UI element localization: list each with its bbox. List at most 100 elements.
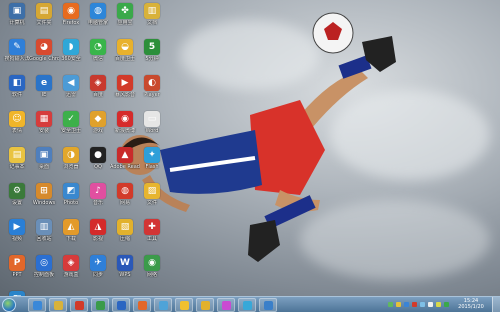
desktop-icon[interactable]: ▶ 暴风影音 — [112, 75, 138, 98]
taskbar-app-icon[interactable] — [217, 298, 235, 312]
desktop-icon[interactable]: ◑ 浏览器 — [58, 147, 84, 170]
taskbar-browser-icon[interactable] — [238, 298, 256, 312]
desktop-icon-label: 计算机 — [9, 20, 25, 26]
desktop-icon[interactable]: ◀ 迅雷 — [58, 75, 84, 98]
desktop-icon[interactable]: ✎ 搜狗输入法 — [4, 39, 30, 62]
app-icon: ▦ — [36, 111, 52, 127]
desktop-icon[interactable]: ◈ 百度 — [85, 75, 111, 98]
desktop-icon[interactable]: ⊞ Windows — [31, 183, 57, 206]
desktop-icon[interactable]: ▨ 文件 — [139, 183, 165, 206]
taskbar-excel-icon[interactable] — [91, 298, 109, 312]
start-button[interactable] — [2, 298, 16, 312]
desktop-icon[interactable]: ▲Adobe Reader — [110, 147, 140, 170]
desktop-icon[interactable]: ◔ 微信 — [85, 39, 111, 62]
taskbar-app-glyph — [32, 300, 42, 310]
desktop-icon[interactable]: ◕Google Chrome — [29, 39, 59, 62]
desktop-icon[interactable]: P PPT — [4, 255, 30, 278]
taskbar-folder-icon[interactable] — [196, 298, 214, 312]
desktop-icon[interactable]: ◎ 控制面板 — [31, 255, 57, 278]
desktop-icon[interactable]: ✦ Flash — [139, 147, 165, 170]
desktop-icon-label: 控制面板 — [33, 272, 54, 278]
desktop-icon[interactable]: ▥ 回收站 — [31, 219, 57, 242]
desktop-icon[interactable]: ✓ 安全卫士 — [58, 111, 84, 134]
desktop-icon-label: Windows — [32, 200, 56, 206]
desktop-icon[interactable]: ◐ Player — [139, 75, 165, 98]
desktop-icon[interactable]: 5 5分钟 — [139, 39, 165, 62]
desktop-icon[interactable]: ◧ 软件 — [4, 75, 30, 98]
desktop-icon[interactable]: ✤ 应用宝 — [112, 3, 138, 26]
desktop-icon[interactable]: ▦ 安装 — [31, 111, 57, 134]
desktop-icon[interactable]: e IE — [31, 75, 57, 98]
desktop-icon[interactable]: ◭ 下载 — [58, 219, 84, 242]
app-icon: ✈ — [90, 255, 106, 271]
app-icon: ◍ — [90, 3, 106, 19]
desktop-icon[interactable]: ▭ Word — [139, 111, 165, 134]
app-icon: ▧ — [117, 219, 133, 235]
app-icon: ◔ — [90, 39, 106, 55]
taskbar-photo-icon[interactable] — [154, 298, 172, 312]
desktop-icon[interactable]: ● QQ — [85, 147, 111, 170]
battery-icon[interactable] — [428, 302, 433, 307]
taskbar-app-glyph — [74, 300, 84, 310]
volume-icon[interactable] — [396, 302, 401, 307]
desktop-icon[interactable]: ▧ 压缩 — [112, 219, 138, 242]
desktop-icon[interactable]: ⚙ 设置 — [4, 183, 30, 206]
desktop-icon[interactable]: ◮ 影视 — [85, 219, 111, 242]
app-icon: ▥ — [36, 219, 52, 235]
desktop-icon[interactable]: ▣ 计算机 — [4, 3, 30, 26]
show-desktop-button[interactable] — [492, 297, 500, 313]
desktop-icon[interactable]: ▤ 文件夹 — [31, 3, 57, 26]
taskbar-explorer-icon[interactable] — [49, 298, 67, 312]
desktop-icon[interactable]: ♪ 音乐 — [85, 183, 111, 206]
desktop-icon[interactable]: ◗ 360安全 — [58, 39, 84, 62]
taskbar-ie-icon[interactable] — [28, 298, 46, 312]
taskbar-app-glyph — [242, 300, 252, 310]
desktop-icon[interactable]: ▶ 视频 — [4, 219, 30, 242]
desktop-icon-label: 电脑管家 — [87, 20, 108, 26]
desktop-icon[interactable]: ▤ 记事本 — [4, 147, 30, 170]
taskbar-qq-icon[interactable] — [175, 298, 193, 312]
ime-icon[interactable] — [420, 302, 425, 307]
app-icon: 5 — [144, 39, 160, 55]
app-icon: ● — [90, 147, 106, 163]
app-icon: ⊞ — [36, 183, 52, 199]
desktop-icon[interactable]: ✚ 工具 — [139, 219, 165, 242]
desktop-icon[interactable]: ◉ 新浪微博 — [112, 111, 138, 134]
desktop-icon[interactable]: ◍ 电脑管家 — [85, 3, 111, 26]
desktop-icon-label: WPS — [119, 272, 131, 278]
app-icon: ◆ — [90, 111, 106, 127]
desktop-icon-grid: ▣ 计算机 ▤ 文件夹 ◉ Firefox ◍ 电脑管家 ✤ 应用宝 ▥ 文档 ✎ 搜狗输入法 ◕ Googl… — [0, 0, 170, 296]
desktop-icon[interactable]: ◉ 网络 — [139, 255, 165, 278]
app-icon: ▨ — [144, 183, 160, 199]
desktop-icon-label: PPT — [12, 272, 22, 278]
clock[interactable]: 15:24 2015/1/20 — [458, 298, 484, 310]
desktop-icon[interactable]: ◍ 网易 — [112, 183, 138, 206]
desktop-icon[interactable]: ▥ 文档 — [139, 3, 165, 26]
taskbar-media-icon[interactable] — [70, 298, 88, 312]
desktop-icon-label: Firefox — [62, 20, 80, 26]
sync-icon[interactable] — [444, 302, 449, 307]
update-icon[interactable] — [436, 302, 441, 307]
desktop-icon[interactable]: ◉ Firefox — [58, 3, 84, 26]
desktop-icon[interactable]: ◆ 游戏 — [85, 111, 111, 134]
taskbar-ppt-icon[interactable] — [133, 298, 151, 312]
desktop-icon[interactable]: W WPS — [112, 255, 138, 278]
antivirus-icon[interactable] — [404, 302, 409, 307]
desktop-icon[interactable]: ◈ 游戏盒 — [58, 255, 84, 278]
tray-app-icon[interactable] — [412, 302, 417, 307]
desktop-icon[interactable]: ◒ 百度卫士 — [112, 39, 138, 62]
desktop-icon-label: 视频 — [11, 236, 22, 242]
network-icon[interactable] — [388, 302, 393, 307]
taskbar-word-icon[interactable] — [112, 298, 130, 312]
desktop-icon[interactable]: ◩ Photo — [58, 183, 84, 206]
desktop-icon-label: Word — [145, 128, 159, 134]
desktop-icon[interactable]: ✈ 同步 — [85, 255, 111, 278]
app-icon: ⚙ — [9, 183, 25, 199]
desktop-icon-label: QQ — [94, 164, 102, 170]
app-icon: ✎ — [9, 39, 25, 55]
desktop-icon[interactable]: ▣ 桌面 — [31, 147, 57, 170]
taskbar-remote-icon[interactable] — [259, 298, 277, 312]
desktop-icon-label: 5分钟 — [145, 56, 159, 62]
desktop-icon[interactable]: ☺ 表情 — [4, 111, 30, 134]
clock-date: 2015/1/20 — [458, 304, 484, 310]
